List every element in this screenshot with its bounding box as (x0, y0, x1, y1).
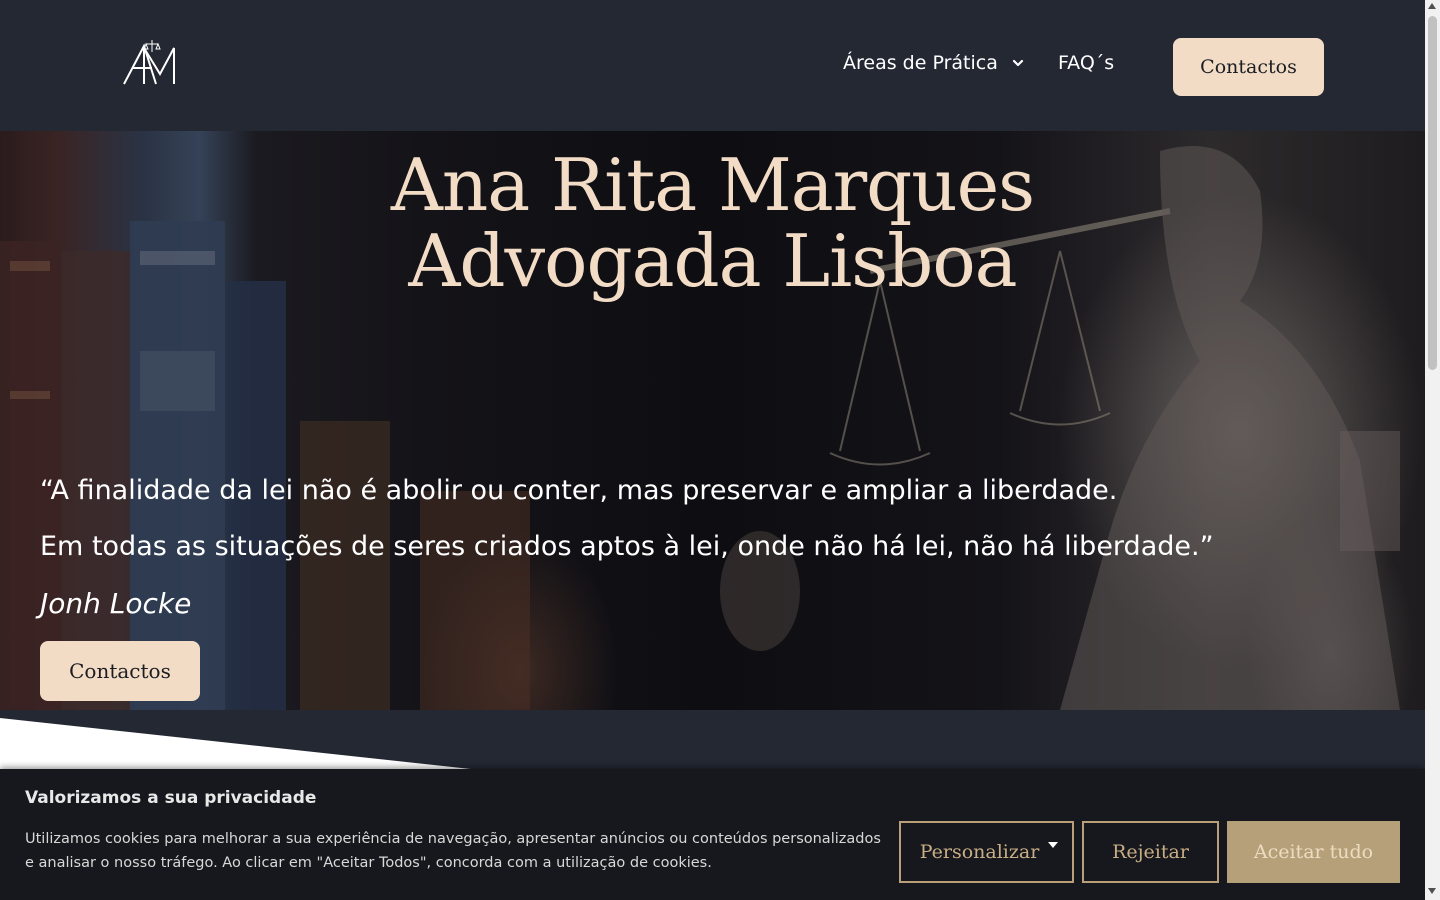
customize-button[interactable]: Personalizar (899, 821, 1074, 883)
chevron-down-icon (1012, 59, 1023, 67)
hero-quote-line2: Em todas as situações de seres criados a… (40, 531, 1214, 562)
cookie-title: Valorizamos a sua privacidade (25, 788, 317, 808)
nav-faq-label: FAQ´s (1058, 52, 1115, 74)
header-contact-button[interactable]: Contactos (1173, 38, 1324, 96)
hero-title-line1: Ana Rita Marques (390, 143, 1035, 227)
site-header: Áreas de Prática FAQ´s Contactos (0, 0, 1425, 131)
logo-icon[interactable] (122, 38, 180, 88)
nav-areas-de-pratica[interactable]: Áreas de Prática (843, 52, 1024, 74)
reject-button[interactable]: Rejeitar (1082, 821, 1219, 883)
page-scrollbar[interactable] (1425, 0, 1440, 900)
scrollbar-thumb[interactable] (1428, 16, 1437, 370)
customize-label: Personalizar (919, 841, 1040, 863)
cookie-consent-banner: Valorizamos a sua privacidade Utilizamos… (0, 769, 1425, 900)
accept-all-button[interactable]: Aceitar tudo (1227, 821, 1400, 883)
scroll-down-arrow-icon[interactable] (1428, 888, 1436, 894)
scroll-up-arrow-icon[interactable] (1428, 3, 1436, 9)
hero-title-line2: Advogada Lisboa (408, 219, 1017, 303)
section-divider-shape (0, 718, 480, 770)
hero-quote-line1: “A finalidade da lei não é abolir ou con… (40, 475, 1118, 506)
nav-areas-label: Áreas de Prática (843, 52, 998, 74)
cookie-description: Utilizamos cookies para melhorar a sua e… (25, 831, 881, 871)
hero-contact-button[interactable]: Contactos (40, 641, 200, 701)
hero-quote-author: Jonh Locke (40, 587, 192, 620)
caret-down-icon (1048, 842, 1058, 848)
nav-faqs[interactable]: FAQ´s (1058, 52, 1114, 74)
hero-section: Ana Rita Marques Advogada Lisboa “A fina… (0, 131, 1425, 710)
